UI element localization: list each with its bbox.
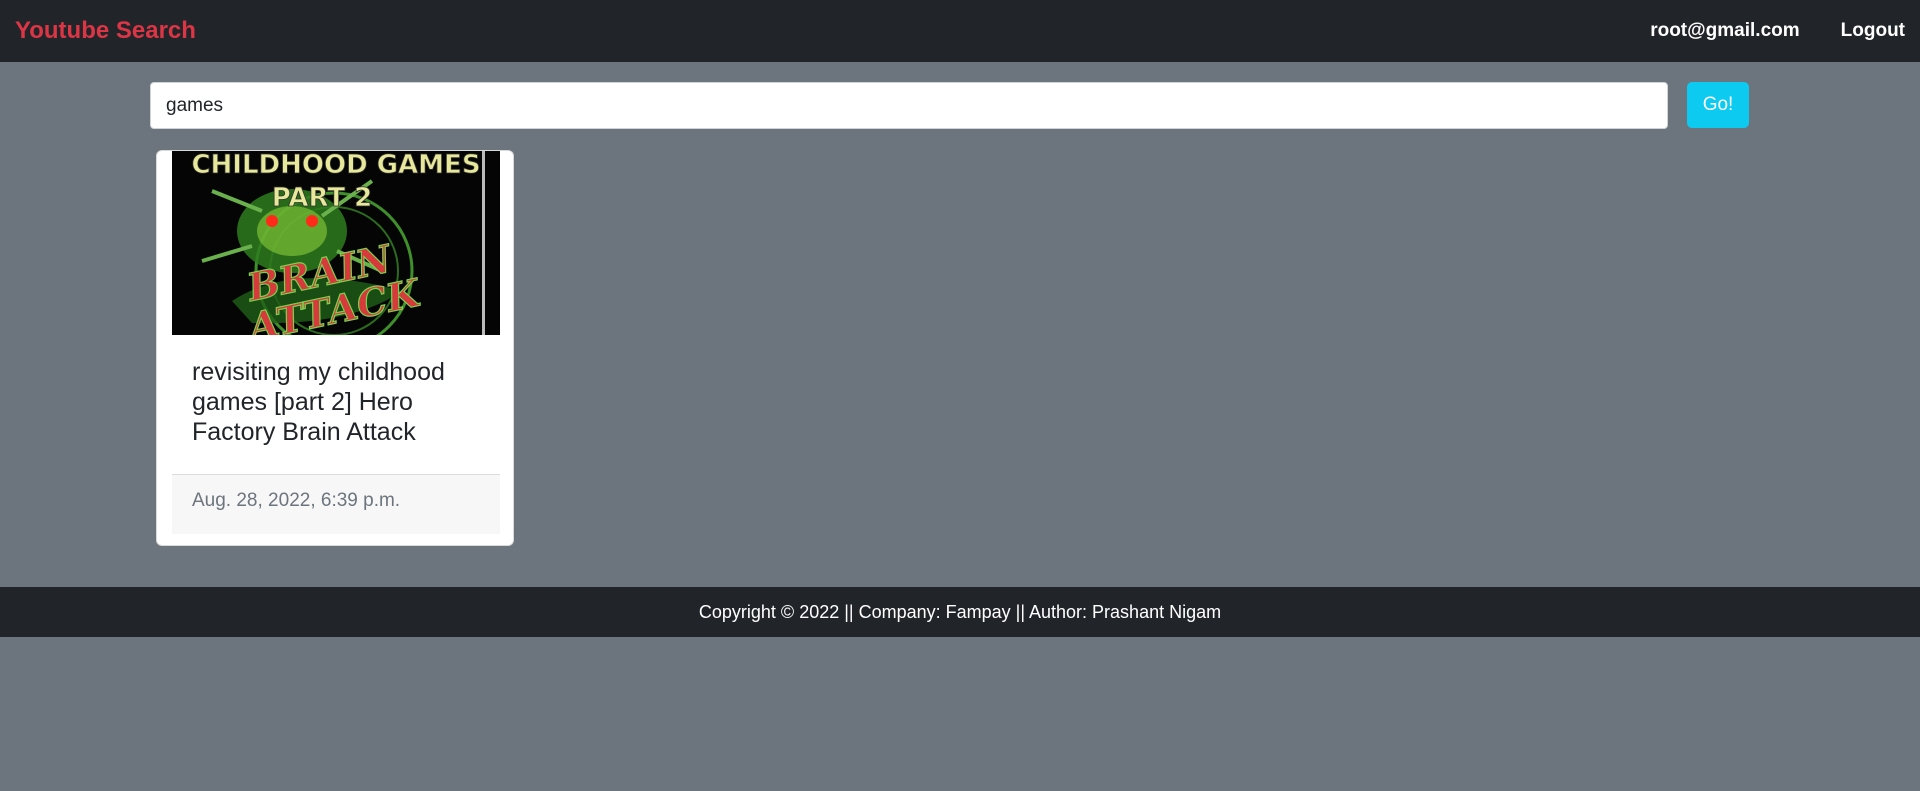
brand-link[interactable]: Youtube Search: [15, 17, 196, 45]
thumbnail-title-line2: PART 2: [272, 183, 373, 213]
card-footer: Aug. 28, 2022, 6:39 p.m.: [172, 474, 500, 534]
logout-link[interactable]: Logout: [1841, 20, 1905, 42]
video-title[interactable]: revisiting my childhood games [part 2] H…: [192, 357, 482, 447]
go-button[interactable]: Go!: [1687, 82, 1749, 128]
page-footer: Copyright © 2022 || Company: Fampay || A…: [0, 587, 1920, 637]
video-thumbnail[interactable]: CHILDHOOD GAMES PART 2 BRAIN ATTACK: [172, 151, 500, 335]
thumbnail-image: CHILDHOOD GAMES PART 2 BRAIN ATTACK: [172, 151, 500, 335]
card-body: revisiting my childhood games [part 2] H…: [192, 357, 482, 447]
video-card: CHILDHOOD GAMES PART 2 BRAIN ATTACK revi…: [156, 150, 514, 546]
thumbnail-title-line1: CHILDHOOD GAMES: [191, 151, 480, 180]
published-date: Aug. 28, 2022, 6:39 p.m.: [192, 490, 401, 511]
search-form: Go!: [150, 82, 1749, 129]
user-email-link[interactable]: root@gmail.com: [1650, 20, 1799, 42]
top-navbar: Youtube Search root@gmail.com Logout: [0, 0, 1920, 62]
search-input[interactable]: [150, 82, 1668, 129]
footer-copyright: Copyright © 2022 || Company: Fampay || A…: [698, 601, 1222, 622]
navbar-right: root@gmail.com Logout: [1609, 20, 1905, 42]
